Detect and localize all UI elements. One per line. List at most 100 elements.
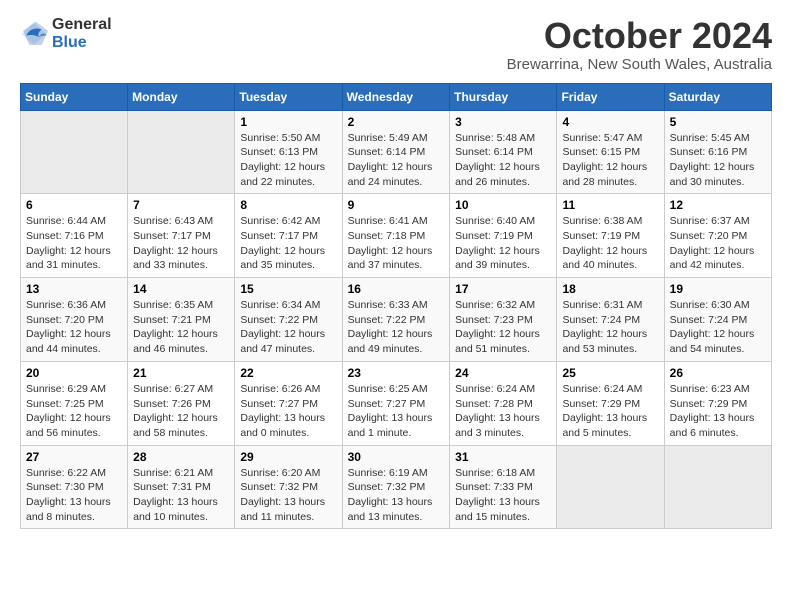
day-info: Sunrise: 5:48 AMSunset: 6:14 PMDaylight:… (455, 132, 540, 188)
calendar-week-4: 20 Sunrise: 6:29 AMSunset: 7:25 PMDaylig… (21, 361, 772, 445)
month-title: October 2024 (507, 16, 772, 56)
table-row: 29 Sunrise: 6:20 AMSunset: 7:32 PMDaylig… (235, 445, 342, 529)
table-row: 26 Sunrise: 6:23 AMSunset: 7:29 PMDaylig… (664, 361, 771, 445)
day-info: Sunrise: 6:32 AMSunset: 7:23 PMDaylight:… (455, 299, 540, 355)
day-number: 19 (670, 282, 766, 296)
table-row (557, 445, 664, 529)
day-number: 15 (240, 282, 336, 296)
day-info: Sunrise: 6:30 AMSunset: 7:24 PMDaylight:… (670, 299, 755, 355)
day-info: Sunrise: 6:43 AMSunset: 7:17 PMDaylight:… (133, 215, 218, 271)
day-number: 26 (670, 366, 766, 380)
day-info: Sunrise: 6:24 AMSunset: 7:29 PMDaylight:… (562, 383, 647, 439)
day-number: 1 (240, 115, 336, 129)
day-number: 2 (348, 115, 445, 129)
table-row: 5 Sunrise: 5:45 AMSunset: 6:16 PMDayligh… (664, 110, 771, 194)
day-info: Sunrise: 6:21 AMSunset: 7:31 PMDaylight:… (133, 467, 218, 523)
table-row: 3 Sunrise: 5:48 AMSunset: 6:14 PMDayligh… (450, 110, 557, 194)
col-saturday: Saturday (664, 83, 771, 110)
table-row: 27 Sunrise: 6:22 AMSunset: 7:30 PMDaylig… (21, 445, 128, 529)
calendar-table: Sunday Monday Tuesday Wednesday Thursday… (20, 83, 772, 530)
day-info: Sunrise: 6:29 AMSunset: 7:25 PMDaylight:… (26, 383, 111, 439)
day-info: Sunrise: 6:40 AMSunset: 7:19 PMDaylight:… (455, 215, 540, 271)
title-section: October 2024 Brewarrina, New South Wales… (507, 16, 772, 73)
day-info: Sunrise: 6:20 AMSunset: 7:32 PMDaylight:… (240, 467, 325, 523)
col-friday: Friday (557, 83, 664, 110)
logo-icon (20, 20, 48, 48)
table-row: 15 Sunrise: 6:34 AMSunset: 7:22 PMDaylig… (235, 278, 342, 362)
col-tuesday: Tuesday (235, 83, 342, 110)
day-number: 9 (348, 198, 445, 212)
day-number: 4 (562, 115, 658, 129)
day-info: Sunrise: 6:33 AMSunset: 7:22 PMDaylight:… (348, 299, 433, 355)
table-row: 9 Sunrise: 6:41 AMSunset: 7:18 PMDayligh… (342, 194, 450, 278)
day-info: Sunrise: 5:49 AMSunset: 6:14 PMDaylight:… (348, 132, 433, 188)
day-number: 31 (455, 450, 551, 464)
day-info: Sunrise: 6:23 AMSunset: 7:29 PMDaylight:… (670, 383, 755, 439)
day-info: Sunrise: 6:36 AMSunset: 7:20 PMDaylight:… (26, 299, 111, 355)
day-number: 11 (562, 198, 658, 212)
table-row: 21 Sunrise: 6:27 AMSunset: 7:26 PMDaylig… (128, 361, 235, 445)
table-row: 23 Sunrise: 6:25 AMSunset: 7:27 PMDaylig… (342, 361, 450, 445)
table-row: 16 Sunrise: 6:33 AMSunset: 7:22 PMDaylig… (342, 278, 450, 362)
table-row: 20 Sunrise: 6:29 AMSunset: 7:25 PMDaylig… (21, 361, 128, 445)
logo-text-block: General Blue (52, 16, 112, 51)
day-number: 7 (133, 198, 229, 212)
col-thursday: Thursday (450, 83, 557, 110)
table-row: 7 Sunrise: 6:43 AMSunset: 7:17 PMDayligh… (128, 194, 235, 278)
day-number: 13 (26, 282, 122, 296)
day-info: Sunrise: 6:37 AMSunset: 7:20 PMDaylight:… (670, 215, 755, 271)
logo-general: General (52, 16, 112, 33)
table-row: 4 Sunrise: 5:47 AMSunset: 6:15 PMDayligh… (557, 110, 664, 194)
table-row: 8 Sunrise: 6:42 AMSunset: 7:17 PMDayligh… (235, 194, 342, 278)
day-number: 6 (26, 198, 122, 212)
location-subtitle: Brewarrina, New South Wales, Australia (507, 56, 772, 73)
table-row: 22 Sunrise: 6:26 AMSunset: 7:27 PMDaylig… (235, 361, 342, 445)
day-info: Sunrise: 6:34 AMSunset: 7:22 PMDaylight:… (240, 299, 325, 355)
table-row: 18 Sunrise: 6:31 AMSunset: 7:24 PMDaylig… (557, 278, 664, 362)
day-info: Sunrise: 6:44 AMSunset: 7:16 PMDaylight:… (26, 215, 111, 271)
day-info: Sunrise: 6:26 AMSunset: 7:27 PMDaylight:… (240, 383, 325, 439)
col-wednesday: Wednesday (342, 83, 450, 110)
calendar-week-2: 6 Sunrise: 6:44 AMSunset: 7:16 PMDayligh… (21, 194, 772, 278)
table-row: 6 Sunrise: 6:44 AMSunset: 7:16 PMDayligh… (21, 194, 128, 278)
day-info: Sunrise: 6:24 AMSunset: 7:28 PMDaylight:… (455, 383, 540, 439)
day-number: 5 (670, 115, 766, 129)
table-row: 13 Sunrise: 6:36 AMSunset: 7:20 PMDaylig… (21, 278, 128, 362)
table-row: 19 Sunrise: 6:30 AMSunset: 7:24 PMDaylig… (664, 278, 771, 362)
day-number: 30 (348, 450, 445, 464)
day-number: 29 (240, 450, 336, 464)
day-info: Sunrise: 6:41 AMSunset: 7:18 PMDaylight:… (348, 215, 433, 271)
day-number: 28 (133, 450, 229, 464)
day-info: Sunrise: 6:25 AMSunset: 7:27 PMDaylight:… (348, 383, 433, 439)
logo-blue: Blue (52, 34, 87, 51)
day-number: 23 (348, 366, 445, 380)
calendar-header-row: Sunday Monday Tuesday Wednesday Thursday… (21, 83, 772, 110)
page-header: General Blue October 2024 Brewarrina, Ne… (20, 16, 772, 73)
table-row (664, 445, 771, 529)
day-number: 22 (240, 366, 336, 380)
logo: General Blue (20, 16, 112, 51)
day-number: 24 (455, 366, 551, 380)
table-row: 2 Sunrise: 5:49 AMSunset: 6:14 PMDayligh… (342, 110, 450, 194)
day-number: 18 (562, 282, 658, 296)
day-info: Sunrise: 6:31 AMSunset: 7:24 PMDaylight:… (562, 299, 647, 355)
day-info: Sunrise: 6:27 AMSunset: 7:26 PMDaylight:… (133, 383, 218, 439)
day-info: Sunrise: 6:19 AMSunset: 7:32 PMDaylight:… (348, 467, 433, 523)
table-row: 31 Sunrise: 6:18 AMSunset: 7:33 PMDaylig… (450, 445, 557, 529)
day-number: 20 (26, 366, 122, 380)
table-row: 24 Sunrise: 6:24 AMSunset: 7:28 PMDaylig… (450, 361, 557, 445)
day-number: 3 (455, 115, 551, 129)
table-row (21, 110, 128, 194)
day-number: 25 (562, 366, 658, 380)
day-number: 14 (133, 282, 229, 296)
day-number: 16 (348, 282, 445, 296)
day-info: Sunrise: 6:38 AMSunset: 7:19 PMDaylight:… (562, 215, 647, 271)
table-row: 30 Sunrise: 6:19 AMSunset: 7:32 PMDaylig… (342, 445, 450, 529)
table-row: 17 Sunrise: 6:32 AMSunset: 7:23 PMDaylig… (450, 278, 557, 362)
col-sunday: Sunday (21, 83, 128, 110)
day-number: 12 (670, 198, 766, 212)
table-row: 10 Sunrise: 6:40 AMSunset: 7:19 PMDaylig… (450, 194, 557, 278)
table-row: 25 Sunrise: 6:24 AMSunset: 7:29 PMDaylig… (557, 361, 664, 445)
day-info: Sunrise: 5:47 AMSunset: 6:15 PMDaylight:… (562, 132, 647, 188)
calendar-week-1: 1 Sunrise: 5:50 AMSunset: 6:13 PMDayligh… (21, 110, 772, 194)
